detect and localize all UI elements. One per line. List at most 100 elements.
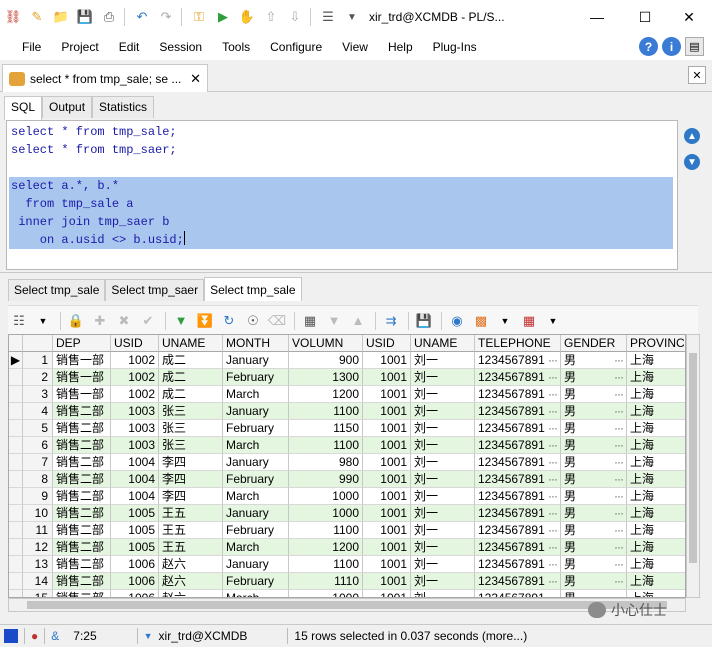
grid-cell[interactable]: 1234567891 ··· [475, 590, 561, 597]
menu-view[interactable]: View [332, 34, 378, 60]
grid-cell[interactable]: 销售二部 [53, 590, 111, 597]
tab-sql-window[interactable]: select * from tmp_sale; se ... ✕ [2, 64, 208, 92]
grid-cell[interactable]: 1001 [363, 437, 411, 454]
grid-cell[interactable]: 上海 [627, 471, 685, 488]
grid-cell[interactable]: February [223, 471, 289, 488]
grid-cell[interactable]: 1234567891 ··· [475, 488, 561, 505]
grid-cell[interactable]: 1001 [363, 369, 411, 386]
row-indicator[interactable] [9, 488, 23, 505]
cell-expand-button[interactable]: ··· [614, 369, 624, 385]
chevron-down-icon[interactable]: ▼ [341, 6, 363, 28]
grid-cell[interactable]: 1001 [363, 573, 411, 590]
grid-cell[interactable]: 刘一 [411, 556, 475, 573]
grid-cell[interactable]: 男 ··· [561, 505, 627, 522]
grid-cell[interactable]: 张三 [159, 403, 223, 420]
grid-cell[interactable]: 男 ··· [561, 437, 627, 454]
code-line[interactable]: select * from tmp_saer; [7, 141, 677, 159]
column-header[interactable]: MONTH [223, 335, 289, 352]
row-number[interactable]: 14 [23, 573, 53, 590]
grid-cell[interactable]: 上海 [627, 369, 685, 386]
cell-expand-button[interactable]: ··· [548, 488, 558, 504]
column-header[interactable]: USID [363, 335, 411, 352]
column-header[interactable]: GENDER [561, 335, 627, 352]
table-row[interactable]: 15 销售二部 1006 赵六 March 1000 1001 刘一 1234567891 ···… [9, 590, 685, 597]
find-icon[interactable]: ☉ [242, 310, 264, 332]
save-icon[interactable]: 💾 [74, 6, 96, 28]
grid-cell[interactable]: 1001 [363, 488, 411, 505]
grid-cell[interactable]: 1001 [363, 556, 411, 573]
grid-cell[interactable]: 赵六 [159, 556, 223, 573]
menu-tools[interactable]: Tools [212, 34, 260, 60]
grid-cell[interactable]: 刘一 [411, 505, 475, 522]
grid-cell[interactable]: 1100 [289, 522, 363, 539]
cell-expand-button[interactable]: ··· [614, 352, 624, 368]
grid-cell[interactable]: 刘一 [411, 352, 475, 369]
grid-cell[interactable]: 1001 [363, 352, 411, 369]
cell-expand-button[interactable]: ··· [548, 403, 558, 419]
table-row[interactable]: 3 销售一部 1002 成二 March 1200 1001 刘一 1234567891 ··· 男… [9, 386, 685, 403]
grid-cell[interactable]: 1001 [363, 471, 411, 488]
grid-cell[interactable]: 成二 [159, 369, 223, 386]
cell-expand-button[interactable]: ··· [548, 505, 558, 521]
grid-cell[interactable]: March [223, 488, 289, 505]
grid-cell[interactable]: 销售二部 [53, 420, 111, 437]
grid-cell[interactable]: 1002 [111, 352, 159, 369]
table-row[interactable]: ▶ 1 销售一部 1002 成二 January 900 1001 刘一 1234567891 ··… [9, 352, 685, 369]
cell-expand-button[interactable]: ··· [548, 556, 558, 572]
grid-cell[interactable]: 刘一 [411, 403, 475, 420]
cell-expand-button[interactable]: ··· [614, 522, 624, 538]
grid-cell[interactable]: 900 [289, 352, 363, 369]
grid-cell[interactable]: 上海 [627, 437, 685, 454]
row-indicator[interactable] [9, 437, 23, 454]
grid-cell[interactable]: 990 [289, 471, 363, 488]
cell-expand-button[interactable]: ··· [548, 420, 558, 436]
menu-session[interactable]: Session [149, 34, 212, 60]
column-header[interactable]: DEP [53, 335, 111, 352]
grid-cell[interactable]: 上海 [627, 556, 685, 573]
cell-expand-button[interactable]: ··· [614, 488, 624, 504]
table-row[interactable]: 9 销售二部 1004 李四 March 1000 1001 刘一 1234567891 ··· 男… [9, 488, 685, 505]
maximize-button[interactable]: ☐ [622, 0, 668, 34]
grid-cell[interactable]: March [223, 437, 289, 454]
code-line-selected[interactable]: on a.usid <> b.usid; [9, 231, 673, 249]
grid-cell[interactable]: 1234567891 ··· [475, 573, 561, 590]
row-number[interactable]: 15 [23, 590, 53, 597]
close-tab-icon[interactable]: ✕ [190, 71, 201, 87]
grid-cell[interactable]: 980 [289, 454, 363, 471]
grid-cell[interactable]: 男 ··· [561, 454, 627, 471]
grid-cell[interactable]: 1002 [111, 369, 159, 386]
grid-cell[interactable]: March [223, 590, 289, 597]
grid-cell[interactable]: 上海 [627, 420, 685, 437]
row-number[interactable]: 7 [23, 454, 53, 471]
clear-icon[interactable]: ⌫ [266, 310, 288, 332]
lock-icon[interactable]: 🔒 [65, 310, 87, 332]
column-header[interactable]: UNAME [411, 335, 475, 352]
cell-expand-button[interactable]: ··· [548, 352, 558, 368]
grid-cell[interactable]: 1001 [363, 420, 411, 437]
table-row[interactable]: 6 销售二部 1003 张三 March 1100 1001 刘一 1234567891 ··· 男… [9, 437, 685, 454]
grid-cell[interactable]: 1234567891 ··· [475, 369, 561, 386]
result-grid[interactable]: DEP USID UNAME MONTH VOLUMN USID UNAME TELEPHON… [8, 334, 686, 598]
grid-cell[interactable]: February [223, 573, 289, 590]
grid-cell[interactable]: 刘一 [411, 437, 475, 454]
tab-statistics[interactable]: Statistics [92, 96, 155, 118]
cell-expand-button[interactable]: ··· [614, 403, 624, 419]
refresh-icon[interactable]: ↻ [218, 310, 240, 332]
tab-output[interactable]: Output [42, 96, 93, 118]
settings-sliders-icon[interactable]: ☰ [317, 6, 339, 28]
grid-cell[interactable]: 刘一 [411, 471, 475, 488]
grid-cell[interactable]: 1150 [289, 420, 363, 437]
grid-cell[interactable]: 1004 [111, 488, 159, 505]
minimize-button[interactable]: — [574, 0, 620, 34]
grid-cell[interactable]: 1004 [111, 454, 159, 471]
grid-cell[interactable]: 男 ··· [561, 573, 627, 590]
grid-cell[interactable]: 1234567891 ··· [475, 454, 561, 471]
grid-cell[interactable]: January [223, 505, 289, 522]
open-folder-icon[interactable]: 📁 [50, 6, 72, 28]
print-icon[interactable]: ⎙ [98, 6, 120, 28]
grid-cell[interactable]: 1004 [111, 471, 159, 488]
window-list-icon[interactable]: ▤ [685, 37, 704, 56]
cell-expand-button[interactable]: ··· [548, 437, 558, 453]
column-header[interactable]: UNAME [159, 335, 223, 352]
grid-cell[interactable]: 销售一部 [53, 386, 111, 403]
